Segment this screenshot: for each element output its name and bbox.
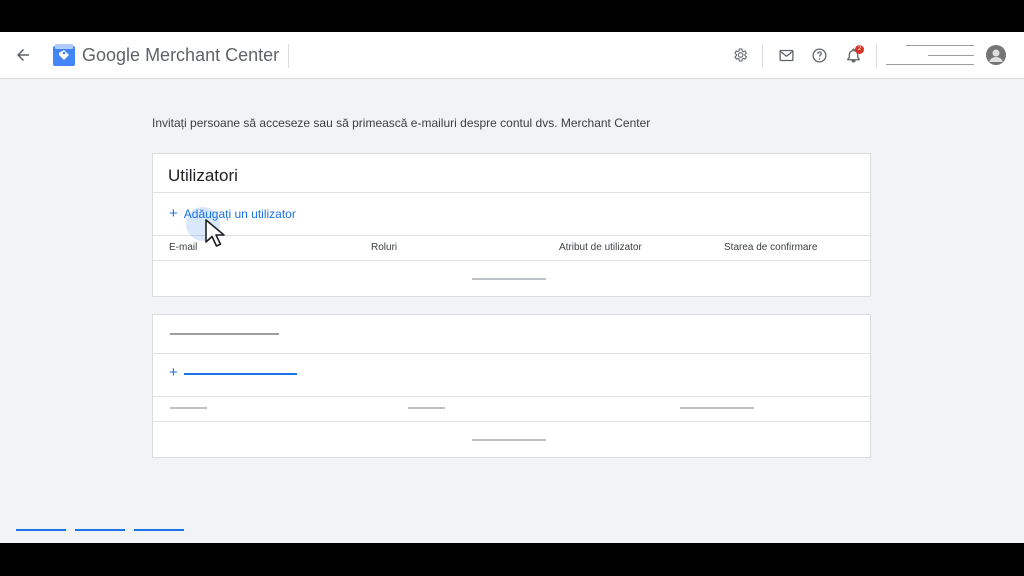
column-header-roles[interactable]: Roluri	[371, 242, 397, 253]
loading-placeholder	[472, 439, 546, 441]
card-title: Utilizatori	[168, 166, 238, 185]
top-app-bar: Google Merchant Center	[0, 32, 1024, 79]
column-header-placeholder	[170, 407, 207, 409]
card-title-placeholder	[170, 333, 279, 335]
secondary-card: +	[152, 314, 871, 458]
divider	[153, 353, 870, 354]
footer-link[interactable]	[134, 529, 184, 531]
footer-link[interactable]	[16, 529, 66, 531]
add-item-button[interactable]: +	[169, 364, 178, 381]
column-header-placeholder	[680, 407, 754, 409]
plus-icon: +	[169, 364, 178, 381]
divider	[876, 44, 877, 68]
notification-badge: 2	[855, 45, 864, 54]
page-description: Invitați persoane să acceseze sau să pri…	[152, 116, 651, 130]
help-icon[interactable]	[809, 45, 829, 65]
divider	[153, 421, 870, 422]
plus-icon: +	[169, 205, 178, 222]
divider	[762, 44, 763, 68]
divider	[153, 396, 870, 397]
account-name-placeholder	[906, 45, 974, 46]
merchant-center-app: Google Merchant Center Invitați persoane…	[0, 32, 1024, 543]
merchant-center-logo-icon[interactable]	[52, 43, 76, 67]
divider	[153, 260, 870, 261]
column-header-placeholder	[408, 407, 445, 409]
divider	[153, 235, 870, 236]
account-avatar-icon[interactable]	[986, 45, 1006, 65]
column-header-confirmation-status[interactable]: Starea de confirmare	[724, 242, 817, 253]
add-label-placeholder	[184, 373, 297, 375]
brand-google: Google	[82, 45, 141, 65]
gear-icon[interactable]	[730, 45, 750, 65]
account-id-placeholder	[928, 55, 974, 56]
divider	[288, 44, 289, 68]
users-card: Utilizatori + Adăugați un utilizator E-m…	[152, 153, 871, 297]
divider	[153, 192, 870, 193]
loading-placeholder	[472, 278, 546, 280]
product-name[interactable]: Google Merchant Center	[82, 45, 279, 66]
footer-link[interactable]	[75, 529, 125, 531]
mouse-cursor-icon	[204, 218, 232, 250]
back-arrow-icon[interactable]	[12, 44, 34, 66]
brand-product: Merchant Center	[145, 45, 280, 65]
mail-icon[interactable]	[776, 45, 796, 65]
column-header-user-attribute[interactable]: Atribut de utilizator	[559, 242, 642, 253]
account-email-placeholder	[886, 64, 974, 65]
column-header-email[interactable]: E-mail	[169, 242, 197, 253]
